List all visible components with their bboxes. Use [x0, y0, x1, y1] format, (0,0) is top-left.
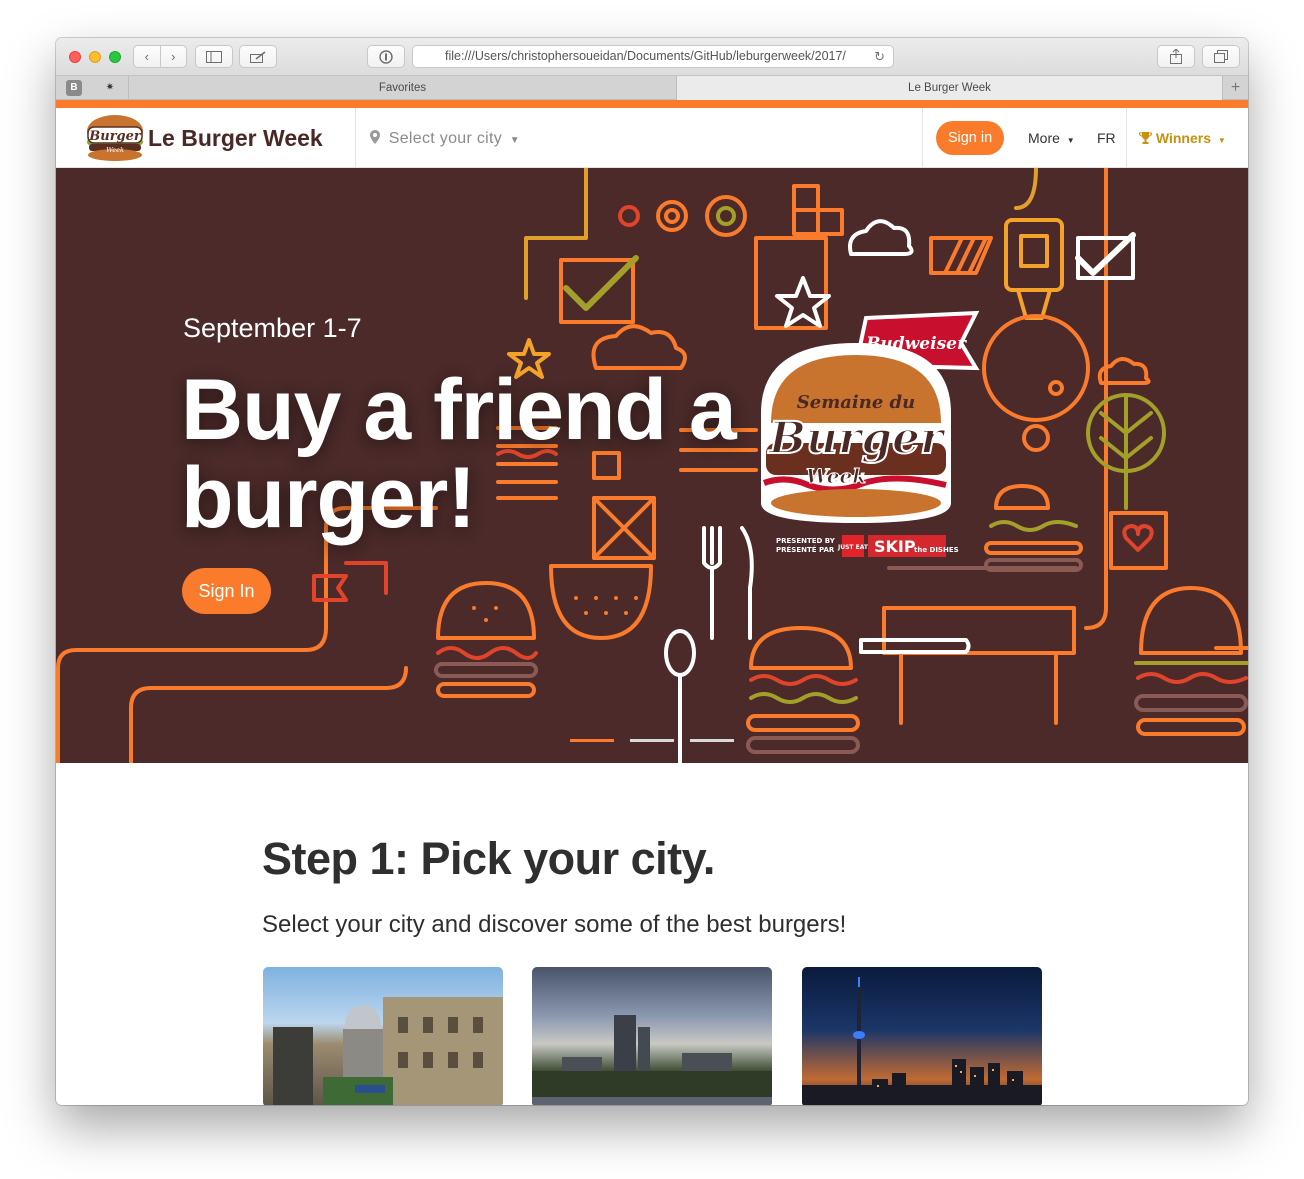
- share-button[interactable]: [1157, 45, 1195, 68]
- password-button[interactable]: [367, 45, 405, 68]
- hero-date: September 1-7: [183, 313, 362, 343]
- sidebar-toggle-button[interactable]: [195, 45, 233, 68]
- address-bar[interactable]: file:///Users/christophersoueidan/Docume…: [412, 45, 894, 68]
- tab-label: Favorites: [378, 82, 427, 94]
- tab-label: Le Burger Week: [908, 82, 991, 94]
- tabs-overview-button[interactable]: [1202, 45, 1240, 68]
- carousel-indicators: [570, 739, 734, 742]
- chevron-down-icon: ▼: [1217, 136, 1226, 145]
- map-marker-icon: [370, 130, 380, 144]
- step-title: Step 1: Pick your city.: [262, 833, 715, 884]
- reload-icon[interactable]: ↻: [874, 46, 885, 67]
- header-divider: [922, 108, 923, 168]
- step-subtitle: Select your city and discover some of th…: [262, 911, 847, 938]
- badge-line2: Burger: [767, 413, 946, 464]
- browser-window: ‹ › file:///Users/christophersoueidan/Do…: [56, 38, 1248, 1105]
- montreal-photo: [273, 997, 503, 1105]
- header-divider: [1126, 108, 1127, 168]
- carousel-dot[interactable]: [630, 739, 674, 742]
- hero-sign-in-button[interactable]: Sign In: [182, 568, 271, 614]
- more-dropdown[interactable]: More ▼: [1028, 108, 1075, 168]
- badge-line1: Semaine du: [797, 392, 915, 413]
- tab-favorites[interactable]: Favorites: [128, 76, 676, 100]
- pen-icon: [250, 50, 266, 63]
- browser-toolbar: ‹ › file:///Users/christophersoueidan/Do…: [56, 38, 1248, 76]
- presente-par: PRÉSENTÉ PAR: [776, 545, 835, 554]
- onepassword-icon: [379, 49, 393, 64]
- toronto-photo: [802, 977, 1042, 1105]
- city-card-montreal[interactable]: [263, 967, 503, 1105]
- badge-line3: Week: [806, 464, 866, 488]
- sign-in-button[interactable]: Sign in: [936, 121, 1004, 155]
- tabs-icon: [1214, 50, 1228, 63]
- carousel-dot[interactable]: [570, 739, 614, 742]
- bootstrap-icon[interactable]: B: [66, 80, 82, 96]
- brand-link[interactable]: Burger Week Le Burger Week: [84, 112, 323, 164]
- share-icon: [1170, 49, 1182, 64]
- url-text: file:///Users/christophersoueidan/Docume…: [445, 49, 846, 63]
- forward-arrow-icon[interactable]: ›: [161, 46, 187, 67]
- trophy-icon: [1138, 132, 1153, 144]
- city-card-toronto[interactable]: [802, 967, 1042, 1105]
- header-divider: [355, 108, 356, 168]
- edmonton-photo: [532, 1015, 772, 1105]
- partner-skip-small: the DISHES: [914, 546, 959, 554]
- brand-name: Le Burger Week: [148, 124, 323, 151]
- chevron-down-icon: ▼: [509, 135, 520, 146]
- back-arrow-icon[interactable]: ‹: [134, 46, 161, 67]
- city-select-label: Select your city: [388, 130, 503, 147]
- main-content: Step 1: Pick your city. Select your city…: [56, 763, 1248, 1105]
- svg-text:Burger: Burger: [88, 129, 142, 144]
- hero-banner: Budweiser Semaine du Burger Week PRESENT…: [56, 168, 1248, 763]
- city-select-dropdown[interactable]: Select your city ▼: [370, 108, 520, 168]
- more-label: More: [1028, 130, 1060, 146]
- hero-title: Buy a friend a burger!: [181, 362, 737, 546]
- chevron-down-icon: ▼: [1066, 136, 1075, 145]
- tab-le-burger-week[interactable]: Le Burger Week: [676, 76, 1222, 100]
- back-forward-buttons: ‹ ›: [133, 45, 187, 68]
- tab-bar: B ✷ Favorites Le Burger Week +: [56, 76, 1248, 100]
- winners-label: Winners: [1155, 130, 1211, 146]
- extension-icon[interactable]: ✷: [102, 80, 118, 96]
- burger-week-event-badge: Budweiser Semaine du Burger Week PRESENT…: [761, 310, 980, 557]
- site-header: Burger Week Le Burger Week Select your c…: [56, 108, 1248, 168]
- winners-dropdown[interactable]: Winners ▼: [1138, 108, 1226, 168]
- burger-logo: Burger Week: [84, 113, 146, 163]
- carousel-dot[interactable]: [690, 739, 734, 742]
- minimize-window-button[interactable]: [89, 51, 101, 63]
- new-tab-button[interactable]: +: [1222, 76, 1248, 100]
- close-window-button[interactable]: [69, 51, 81, 63]
- svg-text:Week: Week: [106, 146, 124, 154]
- language-toggle[interactable]: FR: [1097, 108, 1116, 168]
- presented-by: PRESENTED BY: [776, 537, 836, 545]
- sidebar-icon: [206, 50, 222, 63]
- markup-button[interactable]: [239, 45, 277, 68]
- city-card-edmonton[interactable]: [532, 967, 772, 1105]
- accent-bar: [56, 100, 1248, 108]
- partner-just-eat: JUST EAT: [837, 544, 869, 551]
- zoom-window-button[interactable]: [109, 51, 121, 63]
- partner-skip: SKIP: [874, 537, 916, 556]
